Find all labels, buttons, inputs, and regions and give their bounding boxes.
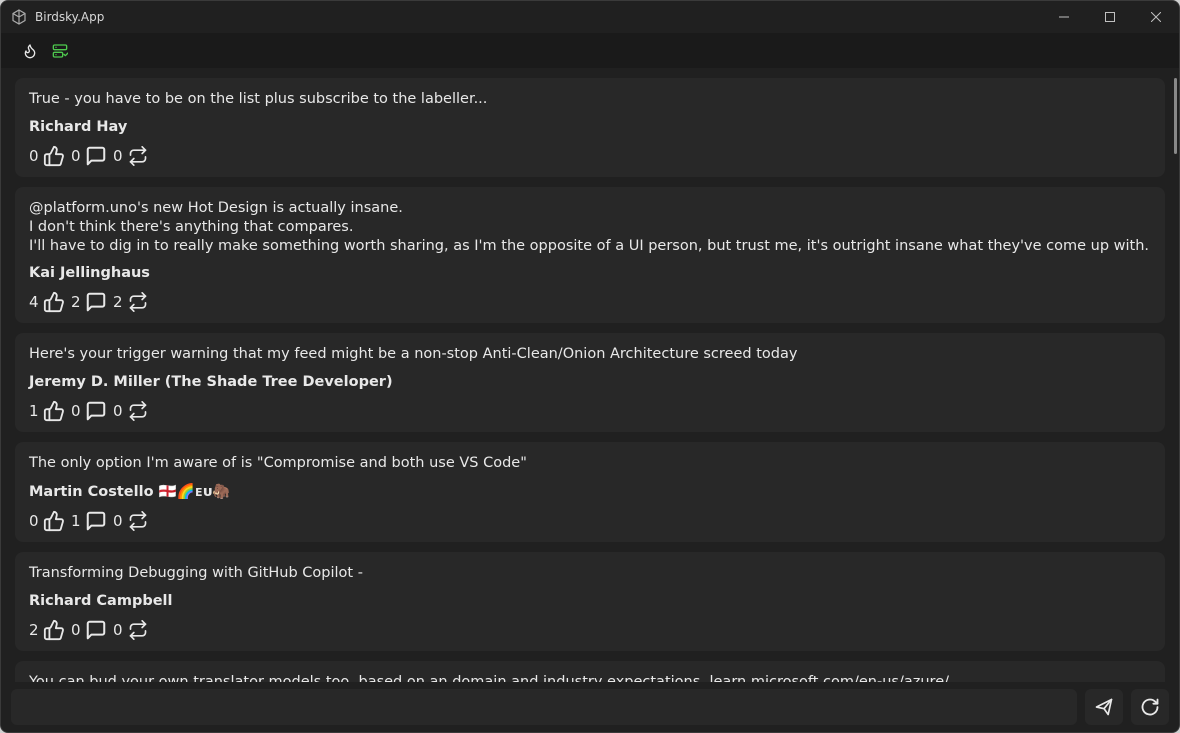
post-text: @platform.uno's new Hot Design is actual… bbox=[29, 199, 1151, 256]
post-actions: 2 0 0 bbox=[29, 619, 1151, 641]
send-button[interactable] bbox=[1085, 689, 1123, 725]
repost-icon bbox=[127, 145, 149, 167]
reply-action[interactable]: 0 bbox=[71, 400, 107, 422]
reply-action[interactable]: 1 bbox=[71, 510, 107, 532]
repost-count: 0 bbox=[113, 621, 125, 639]
post-text: Here's your trigger warning that my feed… bbox=[29, 345, 1151, 364]
like-icon bbox=[43, 400, 65, 422]
reply-action[interactable]: 0 bbox=[71, 619, 107, 641]
post-text: True - you have to be on the list plus s… bbox=[29, 90, 1151, 109]
post-actions: 0 0 0 bbox=[29, 145, 1151, 167]
post[interactable]: Transforming Debugging with GitHub Copil… bbox=[15, 552, 1165, 651]
reply-icon bbox=[85, 145, 107, 167]
reply-count: 0 bbox=[71, 621, 83, 639]
repost-count: 0 bbox=[113, 147, 125, 165]
repost-icon bbox=[127, 619, 149, 641]
post-text: Transforming Debugging with GitHub Copil… bbox=[29, 564, 1151, 583]
post-text: You can bud your own translator models t… bbox=[29, 673, 1151, 682]
repost-action[interactable]: 0 bbox=[113, 510, 149, 532]
like-action[interactable]: 4 bbox=[29, 291, 65, 313]
feed-scroll-area[interactable]: True - you have to be on the list plus s… bbox=[1, 68, 1179, 682]
close-button[interactable] bbox=[1133, 1, 1179, 33]
reply-action[interactable]: 2 bbox=[71, 291, 107, 313]
like-action[interactable]: 1 bbox=[29, 400, 65, 422]
compose-bar bbox=[1, 682, 1179, 732]
repost-icon bbox=[127, 400, 149, 422]
like-count: 0 bbox=[29, 147, 41, 165]
post[interactable]: True - you have to be on the list plus s… bbox=[15, 78, 1165, 177]
compose-input[interactable] bbox=[11, 689, 1077, 725]
repost-icon bbox=[127, 291, 149, 313]
toolbar bbox=[1, 33, 1179, 68]
post-text: The only option I'm aware of is "Comprom… bbox=[29, 454, 1151, 473]
column-handle-icon[interactable] bbox=[9, 42, 11, 60]
post-author: Kai Jellinghaus bbox=[29, 265, 1151, 281]
refresh-button[interactable] bbox=[1131, 689, 1169, 725]
post-actions: 0 1 0 bbox=[29, 510, 1151, 532]
reply-icon bbox=[85, 291, 107, 313]
post[interactable]: The only option I'm aware of is "Comprom… bbox=[15, 442, 1165, 542]
app-window: Birdsky.App bbox=[0, 0, 1180, 733]
reply-icon bbox=[85, 619, 107, 641]
app-icon bbox=[11, 9, 27, 25]
like-icon bbox=[43, 291, 65, 313]
like-count: 4 bbox=[29, 293, 41, 311]
reply-icon bbox=[85, 510, 107, 532]
like-icon bbox=[43, 145, 65, 167]
like-action[interactable]: 2 bbox=[29, 619, 65, 641]
reply-count: 1 bbox=[71, 512, 83, 530]
reply-icon bbox=[85, 400, 107, 422]
post[interactable]: Here's your trigger warning that my feed… bbox=[15, 333, 1165, 432]
repost-count: 2 bbox=[113, 293, 125, 311]
repost-count: 0 bbox=[113, 402, 125, 420]
like-count: 2 bbox=[29, 621, 41, 639]
like-count: 0 bbox=[29, 512, 41, 530]
titlebar: Birdsky.App bbox=[1, 1, 1179, 33]
reply-count: 0 bbox=[71, 147, 83, 165]
window-title: Birdsky.App bbox=[35, 10, 1041, 24]
post[interactable]: You can bud your own translator models t… bbox=[15, 661, 1165, 682]
scrollbar-thumb[interactable] bbox=[1174, 78, 1177, 154]
window-controls bbox=[1041, 1, 1179, 33]
like-icon bbox=[43, 510, 65, 532]
reply-count: 2 bbox=[71, 293, 83, 311]
like-count: 1 bbox=[29, 402, 41, 420]
post-author: Martin Costello 🏴󠁧󠁢󠁥󠁮󠁧󠁿🌈ᴇᴜ🦣 bbox=[29, 483, 1151, 500]
maximize-button[interactable] bbox=[1087, 1, 1133, 33]
repost-action[interactable]: 0 bbox=[113, 619, 149, 641]
reply-action[interactable]: 0 bbox=[71, 145, 107, 167]
post-author: Richard Hay bbox=[29, 119, 1151, 135]
post-actions: 1 0 0 bbox=[29, 400, 1151, 422]
minimize-button[interactable] bbox=[1041, 1, 1087, 33]
server-check-icon[interactable] bbox=[47, 38, 73, 64]
repost-icon bbox=[127, 510, 149, 532]
post-author: Jeremy D. Miller (The Shade Tree Develop… bbox=[29, 374, 1151, 390]
like-action[interactable]: 0 bbox=[29, 510, 65, 532]
flame-icon[interactable] bbox=[17, 38, 43, 64]
repost-action[interactable]: 0 bbox=[113, 145, 149, 167]
repost-count: 0 bbox=[113, 512, 125, 530]
post[interactable]: @platform.uno's new Hot Design is actual… bbox=[15, 187, 1165, 324]
repost-action[interactable]: 2 bbox=[113, 291, 149, 313]
like-icon bbox=[43, 619, 65, 641]
post-actions: 4 2 2 bbox=[29, 291, 1151, 313]
reply-count: 0 bbox=[71, 402, 83, 420]
like-action[interactable]: 0 bbox=[29, 145, 65, 167]
repost-action[interactable]: 0 bbox=[113, 400, 149, 422]
post-author: Richard Campbell bbox=[29, 593, 1151, 609]
